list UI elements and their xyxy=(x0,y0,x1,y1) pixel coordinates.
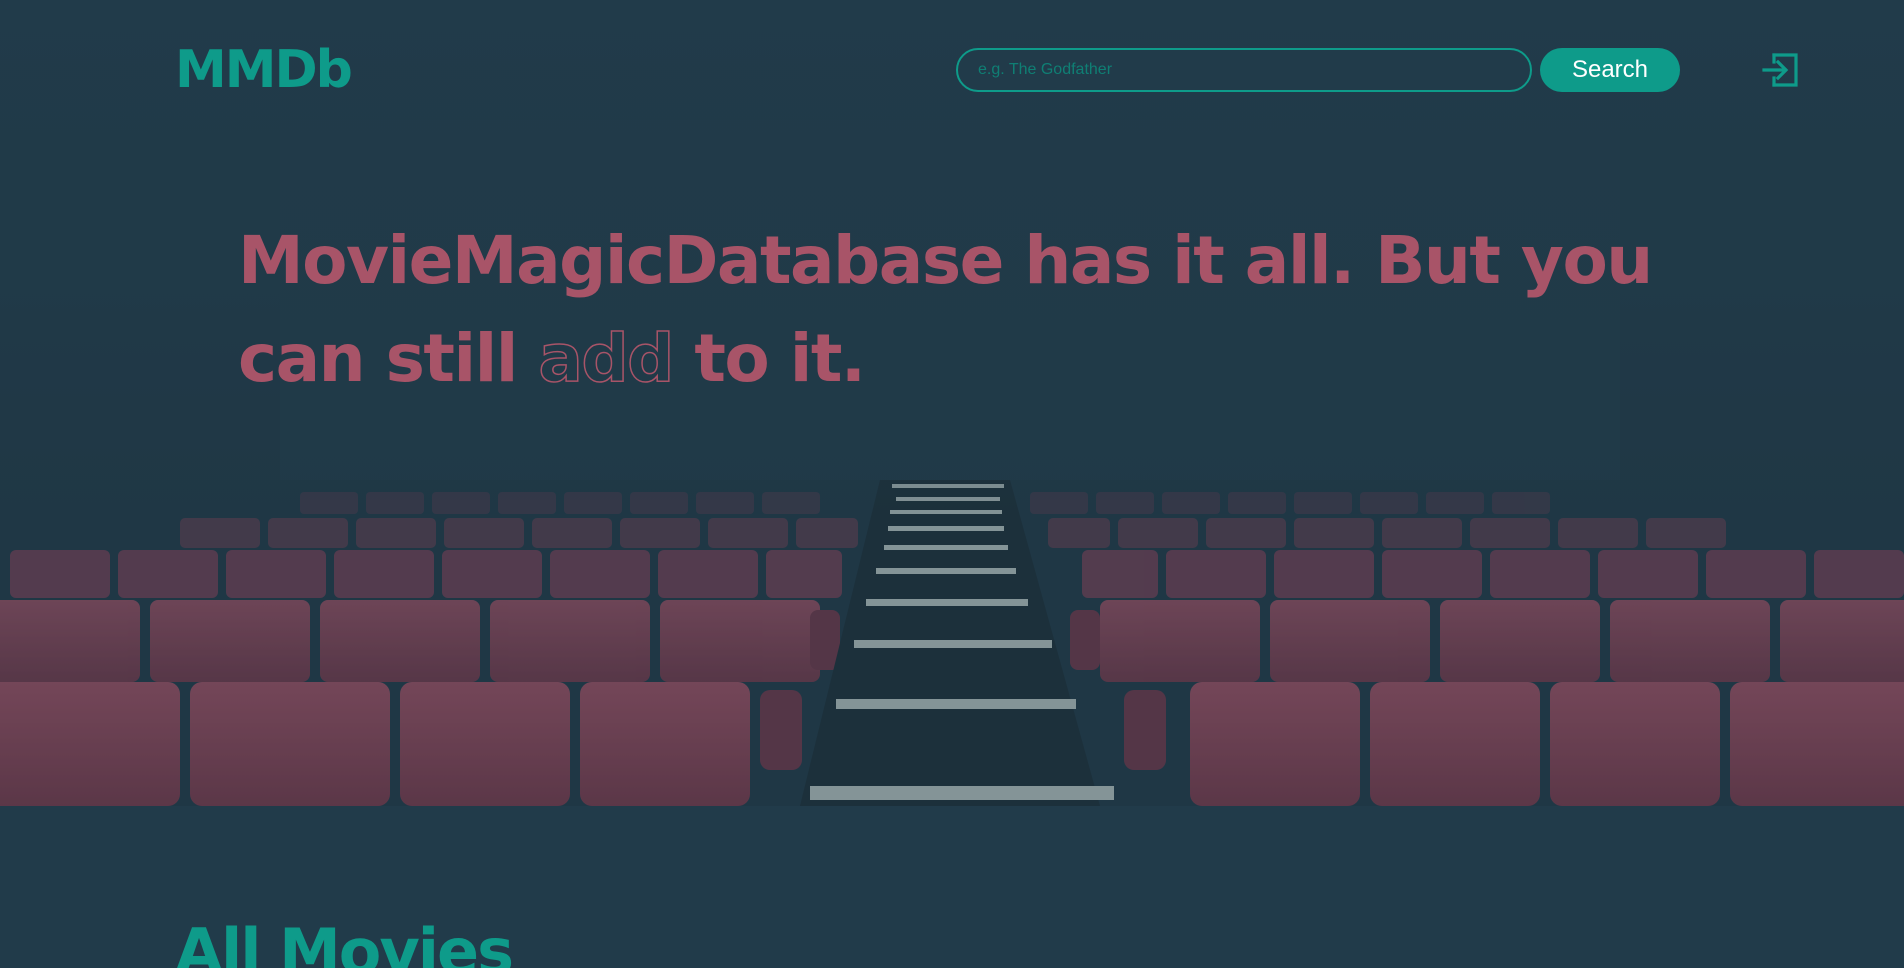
hero-headline-text-end: to it. xyxy=(694,320,866,397)
top-navbar: MMDb Search xyxy=(0,0,1904,140)
search-input[interactable] xyxy=(956,48,1532,92)
hero-headline-outline-word: add xyxy=(538,319,676,398)
search-bar xyxy=(956,48,1532,92)
hero-headline: MovieMagicDatabase has it all. But you c… xyxy=(238,212,1658,408)
hero-headline-text-start: MovieMagicDatabase has it all. But you c… xyxy=(238,222,1653,397)
site-logo[interactable]: MMDb xyxy=(175,40,353,100)
page: MovieMagicDatabase has it all. But you c… xyxy=(0,0,1904,968)
sign-in-icon[interactable] xyxy=(1760,48,1802,92)
section-title-all-movies: All Movies xyxy=(175,915,514,968)
search-button[interactable]: Search xyxy=(1540,48,1680,92)
